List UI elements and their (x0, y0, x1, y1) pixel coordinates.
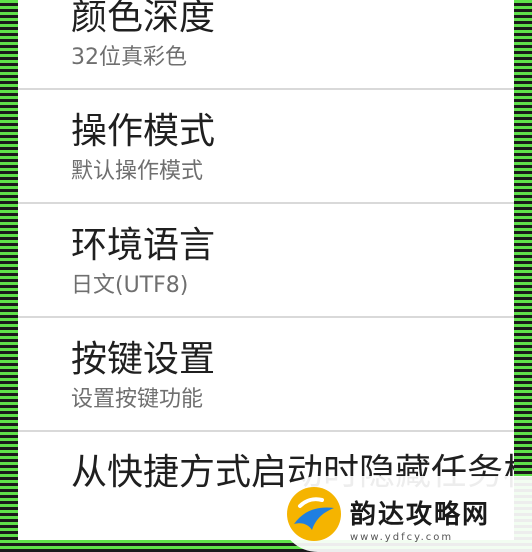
setting-subtitle: 日文(UTF8) (71, 273, 189, 298)
setting-subtitle: 32位真彩色 (71, 45, 187, 70)
setting-title: 环境语言 (71, 225, 216, 266)
setting-title: 按键设置 (71, 339, 216, 380)
setting-locale[interactable]: 环境语言 日文(UTF8) (18, 204, 514, 318)
settings-list: 颜色深度 32位真彩色 操作模式 默认操作模式 环境语言 日文(UTF8) 按键… (18, 0, 514, 540)
setting-title: 操作模式 (71, 111, 216, 152)
watermark-logo-icon (287, 487, 341, 541)
setting-operation-mode[interactable]: 操作模式 默认操作模式 (18, 90, 514, 204)
setting-subtitle: 设置按键功能 (71, 387, 204, 412)
watermark-brand: 韵达攻略网 (350, 500, 491, 530)
setting-color-depth[interactable]: 颜色深度 32位真彩色 (18, 0, 514, 90)
settings-panel: 颜色深度 32位真彩色 操作模式 默认操作模式 环境语言 日文(UTF8) 按键… (18, 0, 514, 540)
setting-key-bindings[interactable]: 按键设置 设置按键功能 (18, 318, 514, 432)
watermark-url: www.ydfcy.com (350, 532, 454, 543)
watermark: 韵达攻略网 www.ydfcy.com (280, 470, 532, 552)
setting-subtitle: 默认操作模式 (71, 159, 204, 184)
setting-title: 颜色深度 (71, 0, 216, 38)
